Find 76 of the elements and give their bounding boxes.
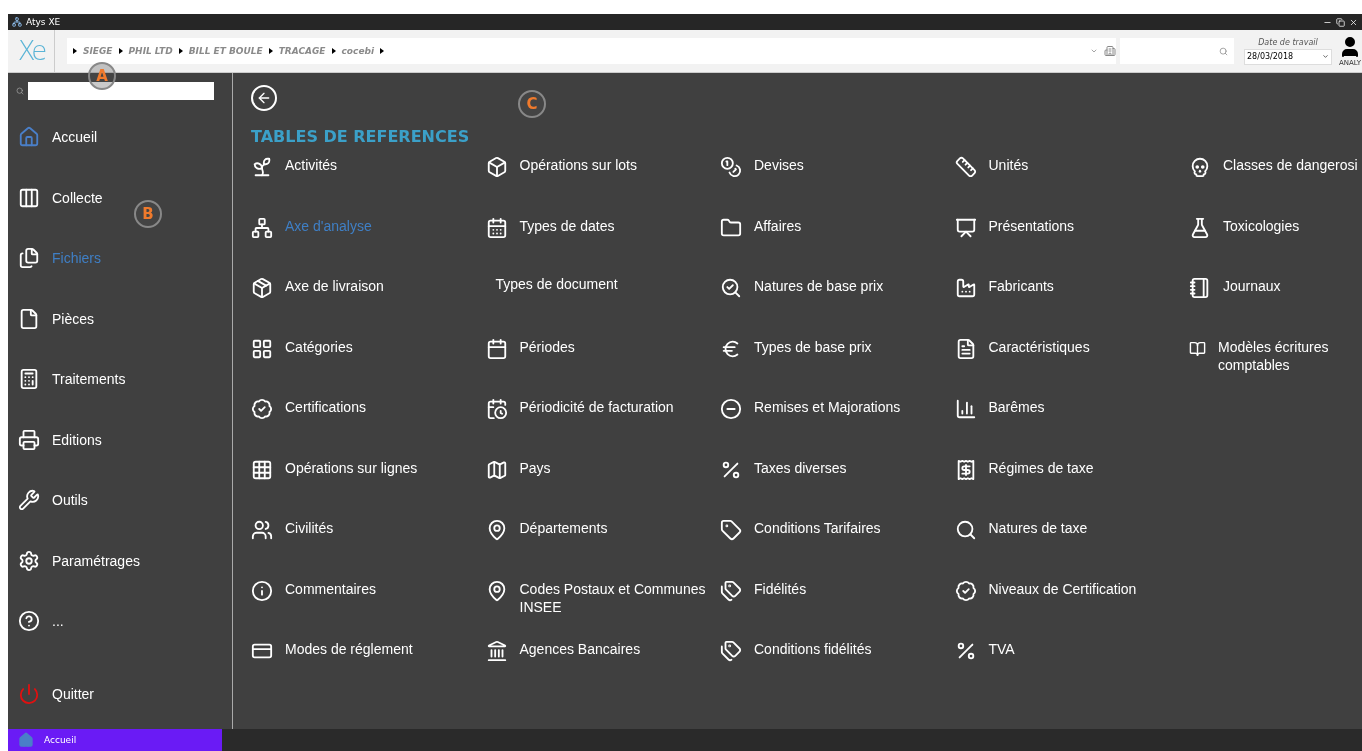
reference-table-link[interactable]: Conditions Tarifaires — [754, 519, 881, 537]
section-title: TABLES DE REFERENCES — [251, 127, 471, 146]
status-tab[interactable]: Accueil — [8, 729, 222, 751]
search-field[interactable] — [1120, 38, 1234, 64]
reference-table-link[interactable]: Affaires — [754, 216, 802, 235]
reference-table-link[interactable]: Codes Postaux et Communes INSEE — [519, 579, 720, 616]
reference-table-link[interactable]: TVA — [988, 640, 1015, 658]
reference-table-link[interactable]: Types de dates — [519, 216, 615, 235]
logo: Xe — [8, 30, 55, 72]
reference-table-link[interactable]: Agences Bancaires — [519, 640, 641, 658]
sidebar-item[interactable]: Outils — [8, 470, 92, 531]
annotation-pin: B — [134, 200, 162, 228]
reference-table-link[interactable]: Fidélités — [754, 579, 807, 598]
sidebar-item[interactable]: Pièces — [8, 288, 99, 349]
reference-table-link[interactable]: Opérations sur lots — [519, 156, 637, 174]
breadcrumb-link[interactable]: cocebi — [341, 46, 374, 56]
triangle-icon — [118, 48, 123, 54]
window-title: Atys XE — [26, 17, 62, 27]
sidebar-item[interactable]: Accueil — [8, 107, 102, 168]
building-icon[interactable] — [1104, 45, 1116, 57]
home-icon — [18, 732, 34, 748]
reference-table-link[interactable]: Devises — [754, 156, 804, 174]
date-field[interactable]: 28/03/2018 — [1244, 48, 1332, 65]
reference-table-link[interactable]: Journaux — [1223, 277, 1281, 295]
search-icon — [16, 87, 24, 95]
sidebar-item[interactable]: Quitter — [8, 663, 98, 724]
reference-table-link[interactable]: Caractéristiques — [988, 337, 1090, 356]
reference-table-link[interactable]: Axe de livraison — [285, 277, 384, 295]
reference-table-link[interactable]: Certifications — [285, 398, 366, 416]
reference-table-link[interactable]: Présentations — [988, 216, 1075, 235]
reference-table-link[interactable]: Fabricants — [988, 277, 1054, 295]
sidebar-search-field[interactable] — [28, 82, 214, 100]
reference-table-link[interactable]: Taxes diverses — [754, 458, 847, 477]
reference-table-link[interactable]: Périodes — [519, 337, 575, 356]
sidebar-item[interactable]: Editions — [8, 409, 106, 470]
reference-table-link[interactable]: Modèles écritures comptables — [1218, 337, 1362, 374]
triangle-icon — [268, 48, 273, 54]
triangle-icon — [73, 48, 77, 54]
reference-table-link[interactable]: Commentaires — [285, 579, 377, 598]
restore-icon[interactable] — [1336, 17, 1345, 27]
reference-table-link[interactable]: Catégories — [285, 337, 353, 356]
sidebar-item[interactable]: ... — [8, 591, 68, 652]
reference-table-link[interactable]: Opérations sur lignes — [285, 458, 418, 477]
reference-table-link[interactable]: Types de document — [495, 275, 618, 293]
annotation-pin: A — [88, 62, 116, 90]
search-icon — [1219, 46, 1228, 56]
app-icon — [12, 17, 22, 27]
triangle-icon — [380, 48, 384, 54]
reference-table-link[interactable]: Régimes de taxe — [988, 458, 1094, 477]
reference-table-link[interactable]: Civilités — [285, 519, 334, 537]
reference-table-link[interactable]: Départements — [519, 519, 608, 537]
reference-table-link[interactable]: Remises et Majorations — [754, 398, 901, 416]
date-label: Date de travail — [1258, 37, 1318, 47]
reference-table-link[interactable]: Barêmes — [988, 398, 1045, 416]
arrow-left-icon — [256, 90, 272, 106]
sidebar-item[interactable]: Paramétrages — [8, 530, 144, 591]
reference-table-link[interactable]: Modes de réglement — [285, 640, 413, 658]
reference-table-link[interactable]: Natures de base prix — [754, 277, 884, 295]
reference-table-link[interactable]: Types de base prix — [754, 337, 872, 356]
close-icon[interactable] — [1349, 17, 1358, 27]
back-button[interactable] — [251, 85, 277, 111]
triangle-icon — [178, 48, 183, 54]
reference-table-link[interactable]: Toxicologies — [1223, 216, 1300, 235]
dropdown-icon[interactable] — [1322, 53, 1329, 60]
reference-table-link[interactable]: Conditions fidélités — [754, 640, 872, 658]
reference-table-link[interactable]: Activités — [285, 156, 338, 174]
reference-table-link[interactable]: Niveaux de Certification — [988, 579, 1137, 598]
reference-table-link[interactable]: Natures de taxe — [988, 519, 1088, 537]
sidebar-item[interactable]: Collecte — [8, 167, 107, 228]
sidebar-item[interactable]: Traitements — [8, 349, 130, 410]
reference-table-link[interactable]: Unités — [988, 156, 1029, 174]
reference-table-link[interactable]: Périodicité de facturation — [519, 398, 674, 416]
annotation-pin: C — [518, 90, 546, 118]
reference-table-link[interactable]: Pays — [519, 458, 551, 477]
triangle-icon — [331, 48, 336, 54]
reference-table-link[interactable]: Classes de dangerosi — [1223, 156, 1358, 174]
